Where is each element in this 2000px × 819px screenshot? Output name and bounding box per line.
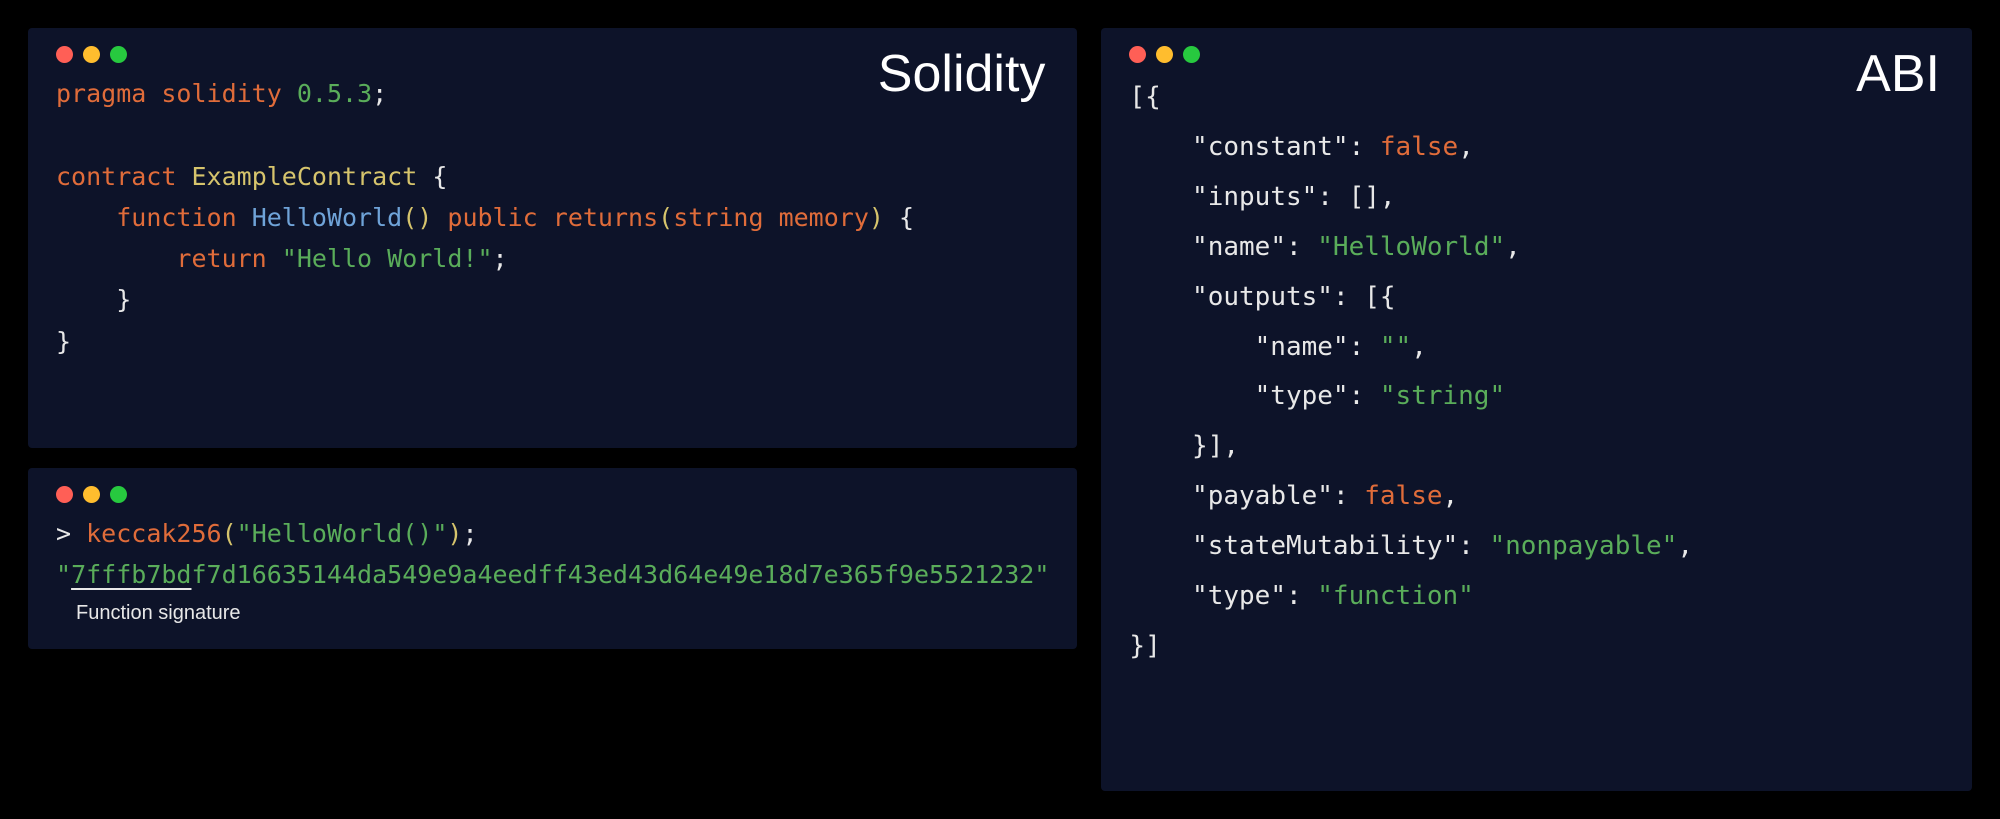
type-string: string [673, 203, 763, 232]
json-value: [] [1349, 182, 1380, 212]
type-memory: memory [779, 203, 869, 232]
keyword-returns: returns [553, 203, 658, 232]
json-key: "inputs" [1192, 182, 1317, 212]
window-title: ABI [1856, 44, 1940, 104]
json-value: "nonpayable" [1489, 531, 1677, 561]
keyword-solidity: solidity [161, 79, 281, 108]
json-value: "HelloWorld" [1317, 232, 1505, 262]
json-key: "type" [1192, 581, 1286, 611]
string-literal: "Hello World!" [282, 244, 493, 273]
json-value: "function" [1317, 581, 1474, 611]
json-value: "" [1380, 332, 1411, 362]
hash-prefix: 7fffb7bd [71, 560, 191, 589]
json-key: "name" [1192, 232, 1286, 262]
abi-window: ABI [{ "constant": false, "inputs": [], … [1101, 28, 1972, 791]
keccak-func: keccak256 [86, 519, 221, 548]
window-controls [1129, 46, 1944, 63]
json-value: false [1364, 481, 1442, 511]
keccak-code: > keccak256("HelloWorld()"); "7fffb7bdf7… [56, 513, 1049, 596]
contract-name: ExampleContract [191, 162, 417, 191]
minimize-icon[interactable] [1156, 46, 1173, 63]
solidity-code: pragma solidity 0.5.3; contract ExampleC… [56, 73, 1049, 362]
solidity-window: Solidity pragma solidity 0.5.3; contract… [28, 28, 1077, 448]
json-value: "string" [1380, 381, 1505, 411]
window-controls [56, 486, 1049, 503]
json-key: "stateMutability" [1192, 531, 1458, 561]
right-column: ABI [{ "constant": false, "inputs": [], … [1101, 28, 1972, 791]
version-number: 0.5.3 [297, 79, 372, 108]
abi-code: [{ "constant": false, "inputs": [], "nam… [1129, 73, 1944, 672]
keyword-contract: contract [56, 162, 176, 191]
json-key: "type" [1255, 381, 1349, 411]
prompt-char: > [56, 519, 71, 548]
maximize-icon[interactable] [110, 46, 127, 63]
keccak-arg: "HelloWorld()" [237, 519, 448, 548]
keyword-return: return [176, 244, 266, 273]
json-key: "payable" [1192, 481, 1333, 511]
function-name: HelloWorld [252, 203, 403, 232]
json-key: "name" [1255, 332, 1349, 362]
window-title: Solidity [878, 44, 1046, 104]
minimize-icon[interactable] [83, 46, 100, 63]
keyword-public: public [447, 203, 537, 232]
json-key: "constant" [1192, 132, 1349, 162]
keyword-pragma: pragma [56, 79, 146, 108]
hash-rest: f7d16635144da549e9a4eedff43ed43d64e49e18… [191, 560, 1034, 589]
signature-label: Function signature [76, 602, 1049, 625]
keyword-function: function [116, 203, 236, 232]
close-icon[interactable] [56, 46, 73, 63]
json-key: "outputs" [1192, 282, 1333, 312]
minimize-icon[interactable] [83, 486, 100, 503]
close-icon[interactable] [56, 486, 73, 503]
left-column: Solidity pragma solidity 0.5.3; contract… [28, 28, 1077, 791]
keccak-window: > keccak256("HelloWorld()"); "7fffb7bdf7… [28, 468, 1077, 649]
maximize-icon[interactable] [110, 486, 127, 503]
json-value: false [1380, 132, 1458, 162]
maximize-icon[interactable] [1183, 46, 1200, 63]
close-icon[interactable] [1129, 46, 1146, 63]
